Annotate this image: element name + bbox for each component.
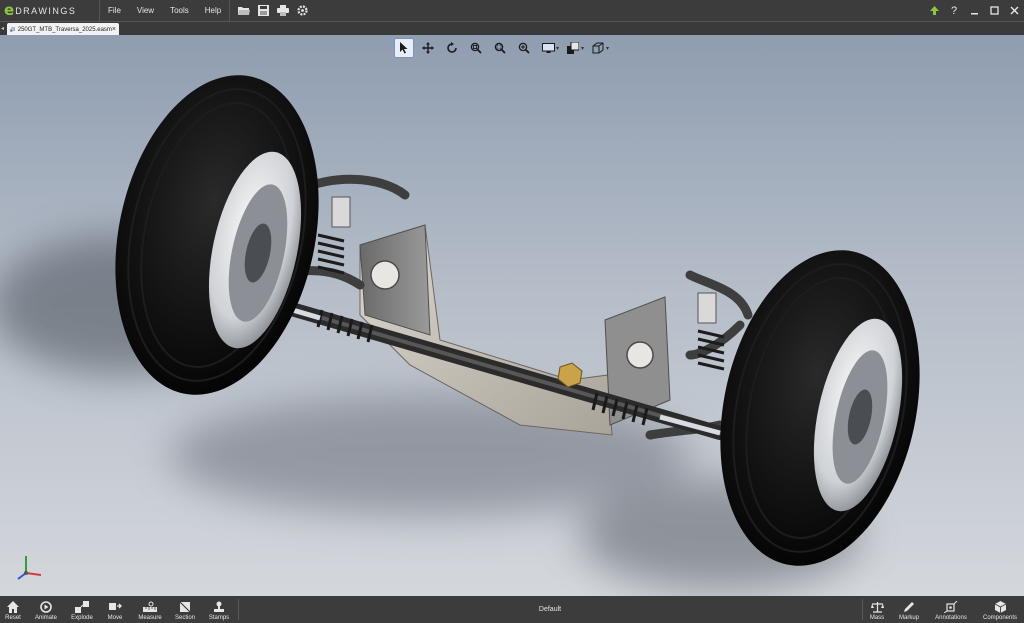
save-icon[interactable] bbox=[258, 5, 270, 16]
mass-label: Mass bbox=[869, 615, 885, 621]
section-label: Section bbox=[174, 615, 195, 621]
menu-file[interactable]: File bbox=[100, 6, 129, 15]
quick-toolbar bbox=[229, 0, 316, 21]
pin-icon[interactable]: ◂ bbox=[1, 25, 4, 32]
annotations-button[interactable]: Annotations bbox=[932, 596, 970, 623]
window-controls: ? bbox=[924, 0, 1024, 21]
bottom-toolbar: Reset Animate Explode Move Measure Secti… bbox=[0, 596, 1024, 623]
home-icon bbox=[7, 601, 19, 613]
toolbar-divider bbox=[238, 599, 239, 620]
components-label: Components bbox=[982, 615, 1018, 621]
graphics-viewport[interactable]: ▾ ▾ ▾ bbox=[0, 35, 1024, 596]
pen-icon bbox=[904, 602, 914, 612]
pan-icon[interactable] bbox=[418, 38, 438, 58]
mass-button[interactable]: Mass bbox=[866, 596, 888, 623]
components-button[interactable]: Components bbox=[980, 596, 1020, 623]
animate-icon bbox=[40, 601, 52, 613]
section-icon bbox=[179, 601, 191, 613]
display-style-dropdown-icon[interactable]: ▾ bbox=[556, 45, 559, 52]
close-tab-icon[interactable]: × bbox=[112, 26, 116, 33]
document-tab-bar: ◂ 250GT_MTB_Traversa_2025.easm × bbox=[0, 21, 1024, 36]
help-icon[interactable]: ? bbox=[944, 0, 964, 21]
suspension-assembly-model[interactable] bbox=[0, 35, 1024, 596]
annotations-label: Annotations bbox=[935, 615, 967, 621]
document-filename: 250GT_MTB_Traversa_2025.easm bbox=[17, 26, 112, 33]
print-icon[interactable] bbox=[277, 5, 290, 16]
zoom-to-fit-icon[interactable] bbox=[466, 38, 486, 58]
menu-help[interactable]: Help bbox=[197, 6, 229, 15]
explode-icon bbox=[75, 601, 89, 613]
edrawings-window: e DRAWINGS File View Tools Help ? ◂ 250G… bbox=[0, 0, 1024, 623]
close-icon[interactable] bbox=[1004, 0, 1024, 21]
move-label: Move bbox=[107, 615, 123, 621]
zoom-icon[interactable] bbox=[514, 38, 534, 58]
view-orientation-icon[interactable] bbox=[588, 38, 608, 58]
components-icon bbox=[994, 601, 1006, 613]
select-icon[interactable] bbox=[394, 38, 414, 58]
update-arrow-icon[interactable] bbox=[924, 0, 944, 21]
measure-label: Measure bbox=[138, 615, 162, 621]
animate-button[interactable]: Animate bbox=[32, 596, 60, 623]
title-bar: e DRAWINGS File View Tools Help ? bbox=[0, 0, 1024, 21]
view-orientation-dropdown-icon[interactable]: ▾ bbox=[606, 45, 609, 52]
edrawings-logo: e DRAWINGS bbox=[0, 0, 100, 21]
settings-icon[interactable] bbox=[297, 5, 308, 16]
menu-bar: File View Tools Help bbox=[100, 0, 229, 21]
move-button[interactable]: Move bbox=[104, 596, 126, 623]
reset-button[interactable]: Reset bbox=[2, 596, 24, 623]
logo-word: DRAWINGS bbox=[15, 5, 77, 16]
menu-tools[interactable]: Tools bbox=[162, 6, 197, 15]
move-icon bbox=[108, 603, 122, 610]
assembly-icon bbox=[10, 26, 15, 32]
explode-label: Explode bbox=[71, 615, 93, 621]
annotation-icon bbox=[944, 601, 958, 613]
left-coilover[interactable] bbox=[317, 196, 351, 275]
rotate-icon[interactable] bbox=[442, 38, 462, 58]
right-coilover[interactable] bbox=[697, 292, 725, 371]
reset-label: Reset bbox=[5, 615, 21, 621]
zoom-area-icon[interactable] bbox=[490, 38, 510, 58]
markup-button[interactable]: Markup bbox=[896, 596, 922, 623]
open-icon[interactable] bbox=[238, 5, 251, 16]
explode-button[interactable]: Explode bbox=[68, 596, 96, 623]
markup-label: Markup bbox=[898, 615, 919, 621]
mass-icon bbox=[870, 602, 884, 613]
stamps-label: Stamps bbox=[208, 615, 230, 621]
display-style-icon[interactable] bbox=[538, 38, 558, 58]
configuration-name[interactable]: Default bbox=[520, 596, 580, 623]
appearance-dropdown-icon[interactable]: ▾ bbox=[581, 45, 584, 52]
minimize-icon[interactable] bbox=[964, 0, 984, 21]
toolbar-divider bbox=[862, 599, 863, 620]
animate-label: Animate bbox=[34, 615, 57, 621]
section-button[interactable]: Section bbox=[172, 596, 198, 623]
measure-icon bbox=[143, 601, 157, 612]
appearance-icon[interactable] bbox=[563, 38, 583, 58]
stamp-icon bbox=[214, 601, 224, 612]
menu-view[interactable]: View bbox=[129, 6, 162, 15]
axis-triad-icon bbox=[17, 556, 42, 580]
measure-button[interactable]: Measure bbox=[136, 596, 164, 623]
stamps-button[interactable]: Stamps bbox=[206, 596, 232, 623]
view-toolbar: ▾ ▾ ▾ bbox=[394, 38, 613, 58]
maximize-icon[interactable] bbox=[984, 0, 1004, 21]
logo-letter: e bbox=[4, 1, 15, 19]
